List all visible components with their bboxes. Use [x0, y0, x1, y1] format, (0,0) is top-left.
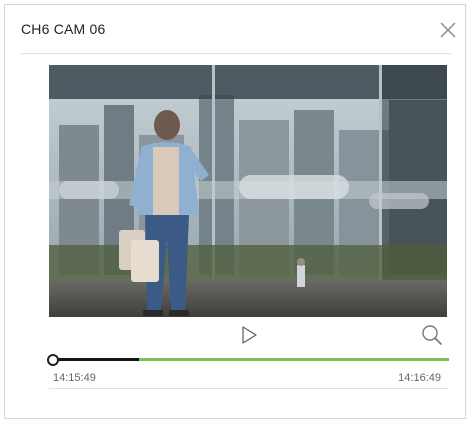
zoom-icon[interactable] [420, 323, 444, 347]
close-icon[interactable] [437, 19, 459, 41]
bottom-divider [49, 388, 449, 389]
dialog-title: CH6 CAM 06 [21, 21, 106, 37]
play-icon[interactable] [238, 324, 260, 346]
end-time: 14:16:49 [398, 372, 441, 384]
cam-playback-dialog: CH6 CAM 06 14:15:49 14:16:49 [4, 4, 466, 419]
timeline-available [139, 358, 449, 361]
timeline-played [52, 358, 139, 361]
timeline-slider[interactable] [47, 354, 449, 366]
title-divider [21, 53, 451, 54]
timeline-thumb[interactable] [47, 354, 59, 366]
video-frame [49, 65, 447, 317]
start-time: 14:15:49 [53, 372, 96, 384]
